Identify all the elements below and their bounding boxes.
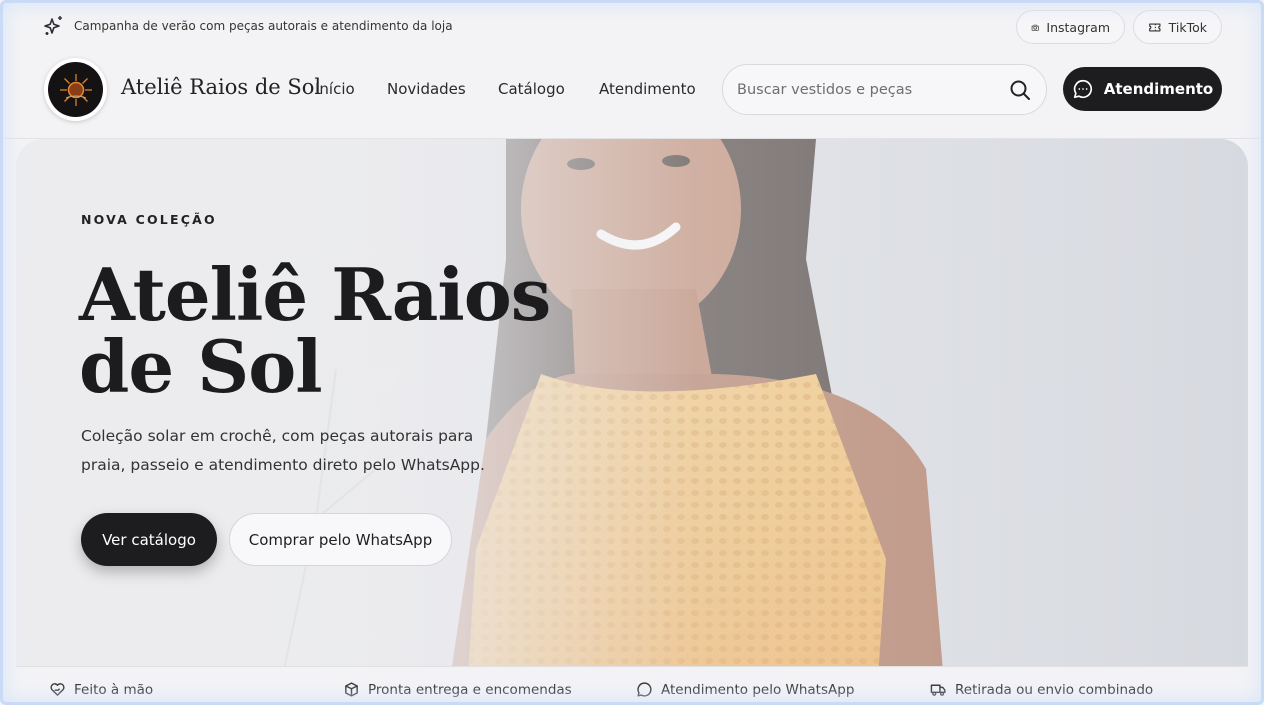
feature-label: Atendimento pelo WhatsApp (661, 681, 855, 698)
chat-bubble-icon (1073, 79, 1092, 99)
hero-title: Ateliê Raios de Sol (79, 259, 639, 403)
feature-pronta-entrega: Pronta entrega e encomendas (343, 681, 572, 698)
feature-atendimento-whatsapp: Atendimento pelo WhatsApp (636, 681, 854, 698)
nav-catalogo[interactable]: Catálogo (498, 80, 565, 98)
feature-feito-a-mao: Feito à mão (49, 681, 153, 698)
search-input[interactable] (737, 65, 997, 114)
hero-banner: NOVA COLEÇÃO Ateliê Raios de Sol Coleção… (16, 139, 1248, 705)
instagram-link[interactable]: Instagram (1016, 10, 1125, 44)
package-icon (345, 682, 358, 697)
tiktok-link[interactable]: TikTok (1133, 10, 1222, 44)
feature-label: Feito à mão (74, 681, 154, 698)
brand-logo[interactable] (44, 58, 107, 121)
atendimento-button[interactable]: Atendimento (1063, 67, 1222, 111)
feature-retirada-envio: Retirada ou envio combinado (930, 681, 1153, 698)
promo-message: Campanha de verão com peças autorais e a… (42, 14, 453, 38)
site-header: Ateliê Raios de Sol Início Novidades Cat… (0, 52, 1264, 139)
promo-text: Campanha de verão com peças autorais e a… (74, 19, 453, 33)
search-box (722, 64, 1047, 115)
comprar-whatsapp-button[interactable]: Comprar pelo WhatsApp (229, 513, 452, 566)
chat-icon (637, 682, 652, 697)
brand-name[interactable]: Ateliê Raios de Sol (121, 75, 321, 99)
sparkles-icon (44, 16, 62, 35)
heart-hand-icon (50, 683, 65, 696)
promo-bar: Campanha de verão com peças autorais e a… (0, 0, 1264, 52)
search-icon[interactable] (1008, 78, 1032, 102)
truck-icon (930, 684, 946, 696)
features-strip: Feito à mão Pronta entrega e encomendas … (16, 666, 1248, 705)
nav-atendimento[interactable]: Atendimento (599, 80, 696, 98)
hero-title-line-2: de Sol (79, 324, 323, 409)
feature-label: Pronta entrega e encomendas (368, 681, 572, 698)
nav-inicio[interactable]: Início (315, 80, 355, 98)
hero-description: Coleção solar em crochê, com peças autor… (81, 427, 485, 474)
atendimento-button-label: Atendimento (1103, 80, 1214, 98)
sun-logo-icon (59, 73, 92, 106)
ver-catalogo-button[interactable]: Ver catálogo (81, 513, 217, 566)
instagram-label: Instagram (1046, 19, 1110, 35)
feature-label: Retirada ou envio combinado (955, 681, 1154, 698)
ticket-icon (1149, 23, 1161, 31)
camera-icon (1031, 24, 1039, 31)
nav-novidades[interactable]: Novidades (387, 80, 466, 98)
tiktok-label: TikTok (1168, 19, 1207, 35)
hero-eyebrow: NOVA COLEÇÃO (81, 212, 217, 227)
